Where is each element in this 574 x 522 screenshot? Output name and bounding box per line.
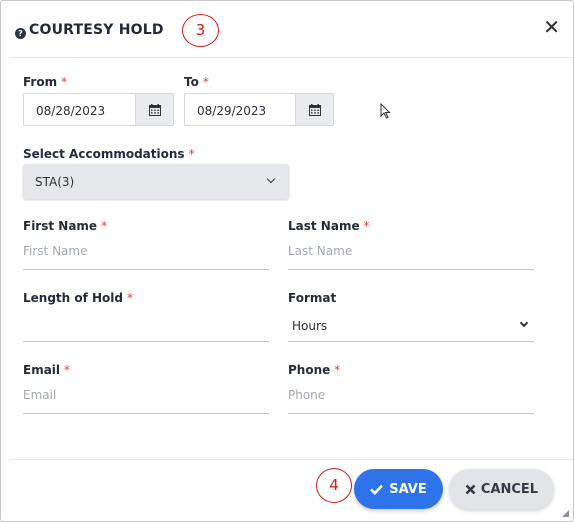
- email-input[interactable]: [23, 384, 269, 402]
- email-label: Email *: [23, 363, 70, 377]
- required-marker: *: [61, 75, 68, 89]
- cancel-label: CANCEL: [480, 481, 539, 497]
- phone-input[interactable]: [288, 384, 534, 402]
- courtesy-hold-dialog: ? COURTESY HOLD 3 ✕ From * 08/28/2023 To *…: [0, 0, 574, 522]
- save-label: SAVE: [389, 481, 427, 497]
- email-label-text: Email: [23, 363, 61, 377]
- accommodations-label: Select Accommodations *: [23, 147, 195, 161]
- required-marker: *: [127, 291, 134, 305]
- required-marker: *: [363, 219, 370, 233]
- length-of-hold-label-text: Length of Hold: [23, 291, 124, 305]
- format-select[interactable]: Hours: [288, 312, 534, 342]
- accommodations-value: STA(3): [35, 175, 75, 189]
- from-date-field[interactable]: 08/28/2023: [23, 93, 174, 126]
- required-marker: *: [101, 219, 108, 233]
- chevron-down-icon: [266, 174, 276, 184]
- dialog-title: COURTESY HOLD: [29, 22, 164, 38]
- email-field[interactable]: [23, 384, 269, 414]
- required-marker: *: [202, 75, 209, 89]
- last-name-label-text: Last Name: [288, 219, 360, 233]
- format-value: Hours: [292, 319, 328, 333]
- length-of-hold-field[interactable]: [23, 312, 269, 342]
- from-date-value[interactable]: 08/28/2023: [24, 94, 135, 125]
- resize-grip-icon[interactable]: [562, 510, 569, 517]
- to-label: To *: [184, 75, 209, 89]
- required-marker: *: [334, 363, 341, 377]
- phone-field[interactable]: [288, 384, 534, 414]
- from-label: From *: [23, 75, 67, 89]
- required-marker: *: [188, 147, 195, 161]
- last-name-label: Last Name *: [288, 219, 370, 233]
- first-name-label: First Name *: [23, 219, 107, 233]
- to-label-text: To: [184, 75, 199, 89]
- step-callout-4: 4: [316, 468, 352, 503]
- to-date-field[interactable]: 08/29/2023: [184, 93, 334, 126]
- length-of-hold-label: Length of Hold *: [23, 291, 133, 305]
- last-name-field[interactable]: [288, 240, 534, 270]
- to-date-value[interactable]: 08/29/2023: [185, 94, 295, 125]
- chevron-down-icon: [519, 318, 529, 328]
- first-name-label-text: First Name: [23, 219, 98, 233]
- accommodations-label-text: Select Accommodations: [23, 147, 185, 161]
- cancel-button[interactable]: CANCEL: [449, 469, 554, 509]
- first-name-input[interactable]: [23, 240, 269, 258]
- mouse-cursor-icon: [380, 103, 391, 119]
- question-circle-icon[interactable]: ?: [15, 28, 26, 39]
- from-label-text: From: [23, 75, 58, 89]
- length-of-hold-input[interactable]: [23, 312, 269, 330]
- save-button[interactable]: SAVE: [354, 469, 443, 509]
- first-name-field[interactable]: [23, 240, 269, 270]
- phone-label: Phone *: [288, 363, 340, 377]
- last-name-input[interactable]: [288, 240, 534, 258]
- format-label: Format: [288, 291, 337, 305]
- check-icon: [370, 484, 384, 495]
- required-marker: *: [64, 363, 71, 377]
- step-callout-3: 3: [182, 14, 219, 47]
- accommodations-select[interactable]: STA(3): [23, 164, 289, 199]
- calendar-icon[interactable]: [135, 94, 173, 125]
- close-button[interactable]: ✕: [543, 15, 560, 39]
- close-icon: [465, 484, 476, 494]
- phone-label-text: Phone: [288, 363, 331, 377]
- calendar-icon[interactable]: [295, 94, 333, 125]
